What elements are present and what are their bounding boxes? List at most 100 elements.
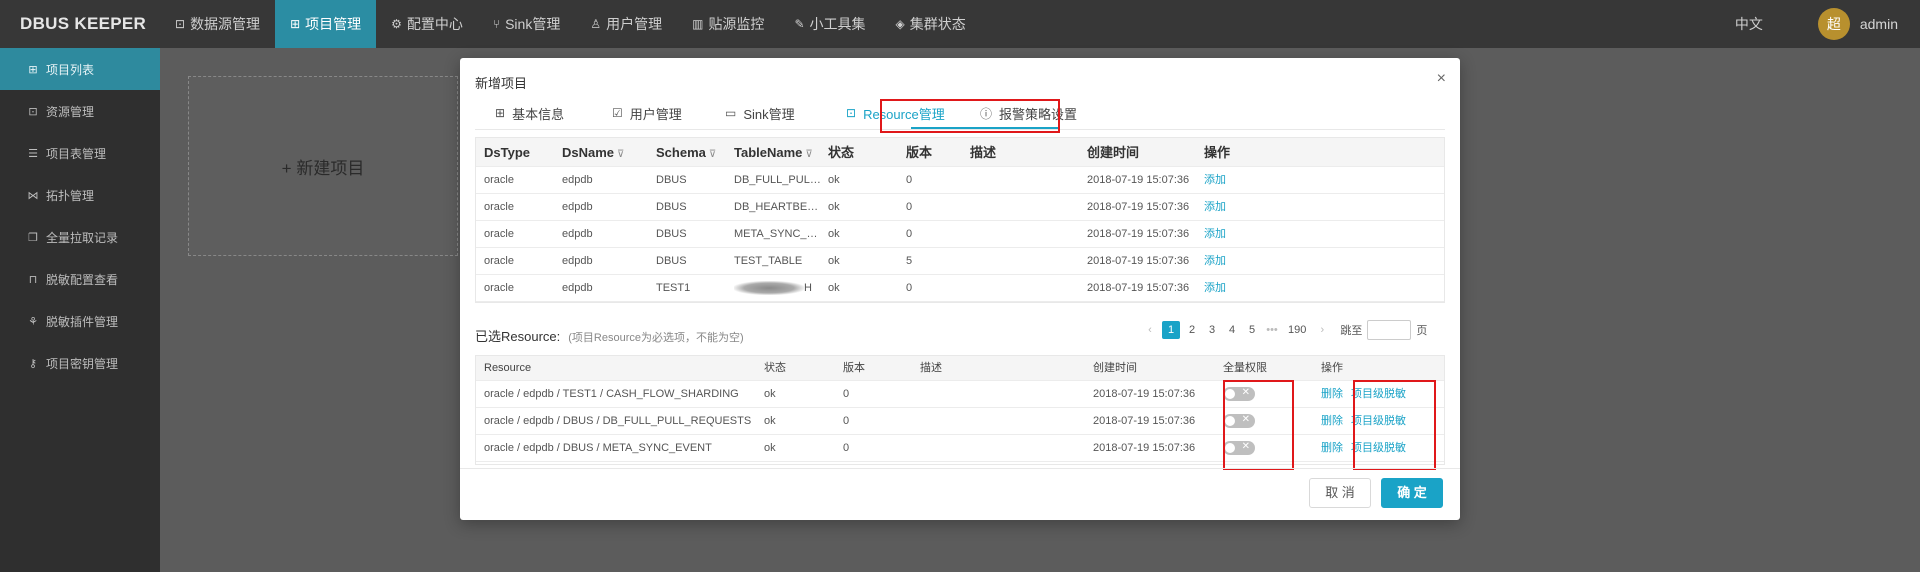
table-row: oracle edpdb DBUS META_SYNC_EVENT ok 0 2018-07… <box>476 221 1444 248</box>
sidebar-item-6[interactable]: ⚘ 脱敏插件管理 <box>0 300 160 342</box>
tab-1[interactable]: ☑ 用户管理 <box>612 96 682 130</box>
pager-jump-input[interactable] <box>1367 320 1412 340</box>
sidebar-item-2[interactable]: ☰ 项目表管理 <box>0 132 160 174</box>
sidebar-item-5[interactable]: ⊓ 脱敏配置查看 <box>0 258 160 300</box>
pager-last[interactable]: 190 <box>1288 321 1306 339</box>
table-cell: 5 <box>906 255 913 267</box>
column-header: 创建时间 <box>1093 362 1137 374</box>
selected-cell-time: 2018-07-19 15:07:36 <box>1093 415 1196 427</box>
pager-page[interactable]: 4 <box>1224 321 1240 339</box>
delete-link[interactable]: 删除 <box>1321 442 1343 454</box>
selected-cell-resource: oracle / edpdb / TEST1 / CASH_FLOW_SHARD… <box>484 388 739 400</box>
modal-footer-divider <box>460 468 1460 469</box>
selected-cell-desc <box>920 435 1070 461</box>
table-cell: 0 <box>906 228 913 240</box>
cancel-button[interactable]: 取 消 <box>1309 478 1371 508</box>
user-name[interactable]: admin <box>1860 16 1898 32</box>
table-cell: META_SYNC_EVENT <box>734 228 822 240</box>
avatar[interactable]: 超 <box>1817 8 1850 40</box>
column-header: 操作 <box>1204 138 1264 167</box>
plugin-icon: ⚘ <box>28 315 38 328</box>
nav-item-label: 数据源管理 <box>190 16 261 32</box>
pager-prev[interactable]: ‹ <box>1142 321 1158 339</box>
column-header-label: DsName <box>562 145 615 160</box>
add-link[interactable]: 添加 <box>1204 221 1264 247</box>
add-project-modal: 新增项目 × ⊞ 基本信息 ☑ 用户管理 ▭ Sink管理 ⊡ Resource管理 ⓘ 报警策略… <box>460 58 1460 520</box>
nav-item-0[interactable]: ⊡ 数据源管理 <box>160 0 275 48</box>
pager-next[interactable]: › <box>1314 321 1330 339</box>
sidebar-item-3[interactable]: ⋈ 拓扑管理 <box>0 174 160 216</box>
tab-0[interactable]: ⊞ 基本信息 <box>495 96 564 130</box>
table-cell: TEST1 <box>656 282 691 294</box>
sidebar-item-7[interactable]: ⚷ 项目密钥管理 <box>0 342 160 384</box>
add-link[interactable]: 添加 <box>1204 248 1264 274</box>
tab-2[interactable]: ▭ Sink管理 <box>725 96 795 130</box>
delete-link[interactable]: 删除 <box>1321 388 1343 400</box>
tab-label: 基本信息 <box>512 106 565 122</box>
selected-cell-desc <box>920 381 1070 407</box>
pager-ellipsis[interactable]: ••• <box>1264 321 1280 339</box>
nav-item-4[interactable]: ♙ 用户管理 <box>575 0 677 48</box>
add-link[interactable]: 添加 <box>1204 275 1264 301</box>
pager-page[interactable]: 2 <box>1184 321 1200 339</box>
nav-item-1[interactable]: ⊞ 项目管理 <box>275 0 377 48</box>
nav-item-7[interactable]: ◈ 集群状态 <box>881 0 981 48</box>
sidebar-item-label: 拓扑管理 <box>46 188 95 203</box>
ok-button[interactable]: 确 定 <box>1381 478 1443 508</box>
selected-row: oracle / edpdb / DBUS / DB_FULL_PULL_REQ… <box>476 408 1444 435</box>
sidebar-item-label: 全量拉取记录 <box>46 230 119 245</box>
pager-unit: 页 <box>1416 325 1428 337</box>
column-header: 描述 <box>970 138 1080 167</box>
redacted-blur <box>734 281 804 296</box>
filter-icon[interactable]: ⊽ <box>617 149 624 160</box>
table-cell: oracle <box>484 174 514 186</box>
app-logo: DBUS KEEPER <box>20 14 147 33</box>
nav-item-5[interactable]: ▥ 贴源监控 <box>677 0 779 48</box>
selected-table-header: Resource 状态 版本 描述 创建时间 全量权限 操作 <box>476 356 1444 381</box>
filter-icon[interactable]: ⊽ <box>709 149 716 160</box>
table-cell-tail: H <box>804 282 812 294</box>
column-header-label: 操作 <box>1204 145 1231 160</box>
column-header-label: 版本 <box>906 145 933 160</box>
bar-chart-icon: ▥ <box>692 17 704 31</box>
delete-link[interactable]: 删除 <box>1321 415 1343 427</box>
selected-resource-table: Resource 状态 版本 描述 创建时间 全量权限 操作 oracle / edpdb /… <box>475 355 1445 465</box>
sidebar-item-0[interactable]: ⊞ 项目列表 <box>0 48 160 90</box>
language-switch[interactable]: 中文 <box>1735 14 1763 34</box>
table-cell: oracle <box>484 201 514 213</box>
column-header: 全量权限 <box>1223 362 1267 374</box>
user-edit-icon: ☑ <box>612 106 623 120</box>
table-cell: 0 <box>906 174 913 186</box>
pager-page[interactable]: 5 <box>1244 321 1260 339</box>
table-cell <box>970 194 1080 220</box>
nav-item-label: 用户管理 <box>606 16 663 32</box>
column-header-label: 描述 <box>970 145 997 160</box>
nav-item-label: 项目管理 <box>305 16 362 32</box>
sidebar-item-1[interactable]: ⊡ 资源管理 <box>0 90 160 132</box>
table-cell: oracle <box>484 282 514 294</box>
tab-label: 用户管理 <box>629 106 682 122</box>
selected-cell-time: 2018-07-19 15:07:36 <box>1093 388 1196 400</box>
lock-icon: ⊓ <box>28 273 38 286</box>
table-cell: TEST_TABLE <box>734 255 803 267</box>
add-link[interactable]: 添加 <box>1204 194 1264 220</box>
close-icon[interactable]: × <box>1437 70 1446 88</box>
sidebar-item-label: 脱敏配置查看 <box>46 272 119 287</box>
grid-icon: ⊞ <box>290 17 301 31</box>
table-cell: 0 <box>906 201 913 213</box>
pager-page[interactable]: 3 <box>1204 321 1220 339</box>
nav-item-6[interactable]: ✎ 小工具集 <box>779 0 880 48</box>
new-project-card[interactable]: + 新建项目 <box>188 76 458 256</box>
pager-jump-label: 跳至 <box>1340 325 1363 337</box>
nav-item-2[interactable]: ⚙ 配置中心 <box>376 0 478 48</box>
sidebar-item-4[interactable]: ❐ 全量拉取记录 <box>0 216 160 258</box>
table-cell: edpdb <box>562 174 593 186</box>
user-icon: ♙ <box>590 17 602 31</box>
pagination: ‹ 1 2 3 4 5 ••• 190 › 跳至 页 <box>1140 320 1427 340</box>
filter-icon[interactable]: ⊽ <box>805 149 812 160</box>
fork-icon: ⑂ <box>492 17 501 31</box>
table-cell: DBUS <box>656 201 687 213</box>
pager-page[interactable]: 1 <box>1162 321 1180 339</box>
nav-item-3[interactable]: ⑂ Sink管理 <box>478 0 575 48</box>
add-link[interactable]: 添加 <box>1204 167 1264 193</box>
